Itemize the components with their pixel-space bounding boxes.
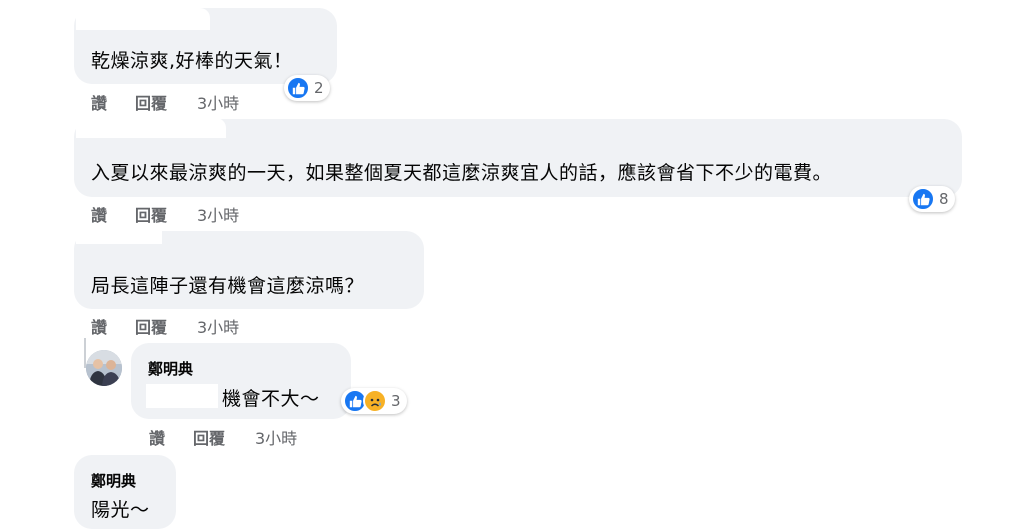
like-button[interactable]: 讚 — [91, 314, 107, 338]
timestamp[interactable]: 3小時 — [255, 425, 297, 449]
comment-text: 入夏以來最涼爽的一天，如果整個夏天都這麼涼爽宜人的話，應該會省下不少的電費。 — [91, 162, 833, 184]
comment-actions: 讚 回覆 3小時 — [91, 314, 271, 338]
like-icon — [911, 187, 935, 211]
reaction-summary[interactable]: 8 — [909, 186, 955, 212]
reaction-summary[interactable]: 3 — [341, 388, 407, 414]
comment-actions: 讚 回覆 3小時 — [91, 202, 271, 226]
comment-actions: 讚 回覆 3小時 — [91, 90, 271, 114]
reply-button[interactable]: 回覆 — [135, 314, 167, 338]
like-button[interactable]: 讚 — [91, 90, 107, 114]
redacted-author — [76, 8, 210, 30]
redacted-author — [76, 230, 162, 244]
reply-actions: 讚 回覆 3小時 — [149, 425, 329, 449]
reaction-count: 8 — [939, 190, 949, 208]
comment-author[interactable]: 鄭明典 — [91, 470, 136, 491]
like-button[interactable]: 讚 — [91, 202, 107, 226]
timestamp[interactable]: 3小時 — [197, 202, 239, 226]
redacted-author — [76, 118, 226, 138]
reply-button[interactable]: 回覆 — [193, 425, 225, 449]
reply-button[interactable]: 回覆 — [135, 202, 167, 226]
comment-text: 乾燥涼爽,好棒的天氣！ — [91, 50, 293, 72]
sad-icon — [363, 389, 387, 413]
comment-text: 陽光～ — [91, 499, 150, 521]
redacted-text — [146, 384, 218, 408]
avatar[interactable] — [86, 350, 122, 386]
like-button[interactable]: 讚 — [149, 425, 165, 449]
reaction-count: 3 — [391, 392, 401, 410]
reaction-count: 2 — [314, 79, 324, 97]
reaction-summary[interactable]: 2 — [284, 75, 330, 101]
comment-text: 局長這陣子還有機會這麼涼嗎？ — [91, 275, 365, 297]
reply-text: 機會不大～ — [222, 388, 320, 410]
timestamp[interactable]: 3小時 — [197, 314, 239, 338]
reply-author[interactable]: 鄭明典 — [148, 358, 193, 379]
like-icon — [286, 76, 310, 100]
reply-button[interactable]: 回覆 — [135, 90, 167, 114]
timestamp[interactable]: 3小時 — [197, 90, 239, 114]
